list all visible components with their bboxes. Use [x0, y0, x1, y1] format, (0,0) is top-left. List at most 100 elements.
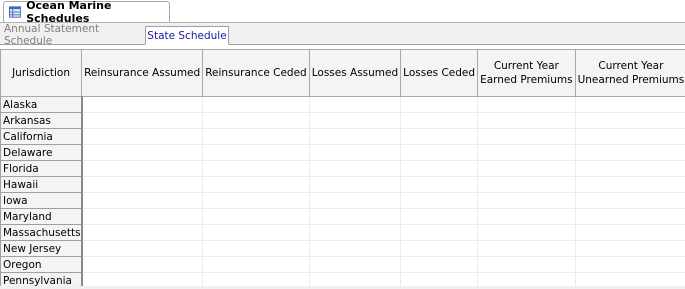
- cell-current-year-unearned-premiums[interactable]: [574, 144, 685, 161]
- cell-current-year-earned-premiums[interactable]: [477, 224, 576, 241]
- cell-losses-ceded[interactable]: [400, 144, 479, 161]
- column-header-reinsurance-ceded[interactable]: Reinsurance Ceded: [202, 49, 310, 97]
- table-row: New Jersey: [0, 240, 685, 257]
- cell-current-year-earned-premiums[interactable]: [477, 192, 576, 209]
- cell-reinsurance-assumed[interactable]: [81, 144, 204, 161]
- cell-reinsurance-assumed[interactable]: [81, 96, 204, 113]
- cell-current-year-unearned-premiums[interactable]: [574, 240, 685, 257]
- cell-reinsurance-ceded[interactable]: [202, 176, 310, 193]
- table-row: Arkansas: [0, 112, 685, 129]
- cell-reinsurance-assumed[interactable]: [81, 160, 204, 177]
- table-row: Oregon: [0, 256, 685, 273]
- cell-losses-assumed[interactable]: [308, 176, 402, 193]
- row-header-jurisdiction[interactable]: Alaska: [0, 96, 83, 113]
- cell-losses-assumed[interactable]: [308, 112, 402, 129]
- cell-current-year-earned-premiums[interactable]: [477, 240, 576, 257]
- cell-current-year-unearned-premiums[interactable]: [574, 192, 685, 209]
- cell-current-year-unearned-premiums[interactable]: [574, 208, 685, 225]
- cell-reinsurance-ceded[interactable]: [202, 112, 310, 129]
- cell-current-year-earned-premiums[interactable]: [477, 144, 576, 161]
- cell-reinsurance-ceded[interactable]: [202, 144, 310, 161]
- column-header-reinsurance-assumed[interactable]: Reinsurance Assumed: [81, 49, 204, 97]
- cell-losses-assumed[interactable]: [308, 144, 402, 161]
- row-header-jurisdiction[interactable]: Iowa: [0, 192, 83, 209]
- row-header-jurisdiction[interactable]: Oregon: [0, 256, 83, 273]
- table-row: Delaware: [0, 144, 685, 161]
- cell-reinsurance-ceded[interactable]: [202, 128, 310, 145]
- cell-losses-assumed[interactable]: [308, 160, 402, 177]
- cell-current-year-unearned-premiums[interactable]: [574, 160, 685, 177]
- cell-current-year-earned-premiums[interactable]: [477, 256, 576, 273]
- cell-reinsurance-ceded[interactable]: [202, 96, 310, 113]
- cell-reinsurance-ceded[interactable]: [202, 256, 310, 273]
- row-header-jurisdiction[interactable]: New Jersey: [0, 240, 83, 257]
- row-header-jurisdiction[interactable]: Arkansas: [0, 112, 83, 129]
- cell-reinsurance-assumed[interactable]: [81, 128, 204, 145]
- cell-current-year-unearned-premiums[interactable]: [574, 112, 685, 129]
- cell-reinsurance-ceded[interactable]: [202, 192, 310, 209]
- row-header-jurisdiction[interactable]: Hawaii: [0, 176, 83, 193]
- cell-reinsurance-ceded[interactable]: [202, 224, 310, 241]
- cell-reinsurance-ceded[interactable]: [202, 160, 310, 177]
- cell-current-year-earned-premiums[interactable]: [477, 208, 576, 225]
- cell-losses-assumed[interactable]: [308, 224, 402, 241]
- column-header-current-year-unearned-premiums[interactable]: Current Year Unearned Premiums: [574, 49, 685, 97]
- cell-reinsurance-assumed[interactable]: [81, 240, 204, 257]
- row-header-jurisdiction[interactable]: California: [0, 128, 83, 145]
- table-row: Iowa: [0, 192, 685, 209]
- cell-losses-ceded[interactable]: [400, 208, 479, 225]
- cell-current-year-unearned-premiums[interactable]: [574, 256, 685, 273]
- cell-reinsurance-assumed[interactable]: [81, 192, 204, 209]
- cell-current-year-earned-premiums[interactable]: [477, 96, 576, 113]
- tab-annual-statement-schedule[interactable]: Annual Statement Schedule: [4, 23, 144, 47]
- cell-current-year-earned-premiums[interactable]: [477, 128, 576, 145]
- cell-losses-ceded[interactable]: [400, 128, 479, 145]
- column-header-losses-assumed[interactable]: Losses Assumed: [308, 49, 402, 97]
- cell-losses-assumed[interactable]: [308, 96, 402, 113]
- document-tab-title: Ocean Marine Schedules: [26, 0, 112, 25]
- row-header-jurisdiction[interactable]: Maryland: [0, 208, 83, 225]
- cell-losses-assumed[interactable]: [308, 192, 402, 209]
- cell-losses-assumed[interactable]: [308, 240, 402, 257]
- document-tab-ocean-marine-schedules[interactable]: Ocean Marine Schedules: [3, 0, 170, 25]
- cell-losses-ceded[interactable]: [400, 240, 479, 257]
- cell-losses-ceded[interactable]: [400, 224, 479, 241]
- column-header-jurisdiction[interactable]: Jurisdiction: [0, 49, 83, 97]
- state-schedule-grid: Jurisdiction Reinsurance Assumed Reinsur…: [0, 49, 685, 289]
- cell-losses-assumed[interactable]: [308, 208, 402, 225]
- cell-losses-ceded[interactable]: [400, 160, 479, 177]
- cell-losses-ceded[interactable]: [400, 176, 479, 193]
- row-header-jurisdiction[interactable]: Delaware: [0, 144, 83, 161]
- grid-header-row: Jurisdiction Reinsurance Assumed Reinsur…: [0, 49, 685, 97]
- cell-current-year-unearned-premiums[interactable]: [574, 176, 685, 193]
- cell-reinsurance-assumed[interactable]: [81, 256, 204, 273]
- cell-reinsurance-ceded[interactable]: [202, 240, 310, 257]
- cell-reinsurance-assumed[interactable]: [81, 176, 204, 193]
- cell-reinsurance-assumed[interactable]: [81, 208, 204, 225]
- cell-losses-ceded[interactable]: [400, 192, 479, 209]
- cell-reinsurance-ceded[interactable]: [202, 208, 310, 225]
- document-tab-bar: Ocean Marine Schedules: [0, 0, 685, 25]
- schedule-tab-strip: Annual Statement Schedule State Schedule: [0, 23, 685, 47]
- row-header-jurisdiction[interactable]: Florida: [0, 160, 83, 177]
- cell-current-year-unearned-premiums[interactable]: [574, 96, 685, 113]
- cell-current-year-earned-premiums[interactable]: [477, 160, 576, 177]
- cell-losses-ceded[interactable]: [400, 96, 479, 113]
- cell-current-year-earned-premiums[interactable]: [477, 176, 576, 193]
- cell-losses-ceded[interactable]: [400, 112, 479, 129]
- row-header-jurisdiction[interactable]: Massachusetts: [0, 224, 83, 241]
- grid-icon: [9, 6, 22, 18]
- column-header-current-year-earned-premiums[interactable]: Current Year Earned Premiums: [477, 49, 576, 97]
- cell-reinsurance-assumed[interactable]: [81, 112, 204, 129]
- cell-losses-ceded[interactable]: [400, 256, 479, 273]
- cell-reinsurance-assumed[interactable]: [81, 224, 204, 241]
- cell-current-year-unearned-premiums[interactable]: [574, 128, 685, 145]
- tab-state-schedule[interactable]: State Schedule: [145, 26, 229, 45]
- column-header-losses-ceded[interactable]: Losses Ceded: [400, 49, 479, 97]
- cell-current-year-earned-premiums[interactable]: [477, 112, 576, 129]
- table-row: California: [0, 128, 685, 145]
- table-row: Alaska: [0, 96, 685, 113]
- cell-losses-assumed[interactable]: [308, 256, 402, 273]
- cell-losses-assumed[interactable]: [308, 128, 402, 145]
- cell-current-year-unearned-premiums[interactable]: [574, 224, 685, 241]
